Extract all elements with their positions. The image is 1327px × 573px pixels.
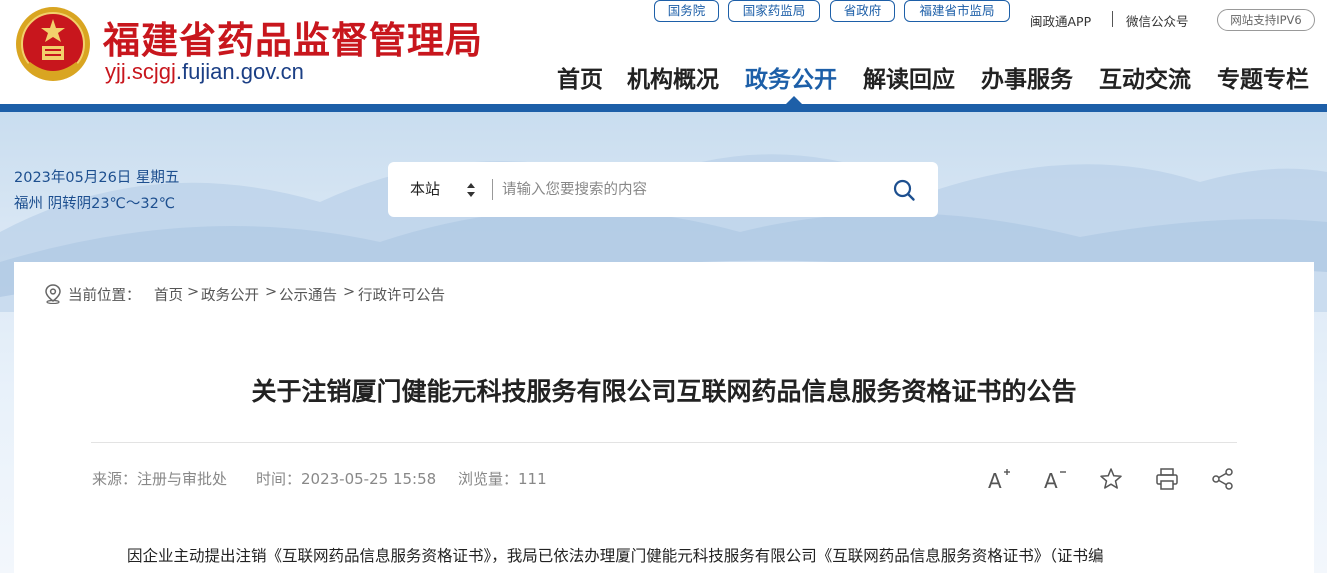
breadcrumb-home[interactable]: 首页 <box>154 284 183 305</box>
font-increase-icon: A <box>988 469 1010 493</box>
article-views: 浏览量：111 <box>458 470 547 488</box>
breadcrumb-separator: > <box>265 284 278 300</box>
font-decrease-icon: A <box>1044 469 1066 493</box>
font-decrease-button[interactable]: A <box>1042 466 1068 493</box>
share-icon <box>1212 468 1233 490</box>
svg-text:A: A <box>988 469 1002 492</box>
weather-info: 福州 阴转阴23℃～32℃ <box>14 196 176 212</box>
favorite-button[interactable] <box>1098 466 1124 492</box>
star-icon <box>1100 468 1122 489</box>
site-header: 福建省药品监督管理局 yjj.scjgj.fujian.gov.cn 国务院 国… <box>0 0 1327 104</box>
breadcrumb-separator: > <box>343 284 356 300</box>
ipv6-badge: 网站支持IPV6 <box>1217 9 1315 31</box>
article-title: 关于注销厦门健能元科技服务有限公司互联网药品信息服务资格证书的公告 <box>251 377 1077 406</box>
location-pin-icon <box>45 284 61 304</box>
search-scope-select[interactable]: 本站 <box>410 162 440 217</box>
emblem-icon <box>16 7 90 81</box>
share-button[interactable] <box>1210 466 1236 492</box>
link-mzt-app[interactable]: 闽政通APP <box>1030 11 1091 30</box>
search-divider <box>492 179 493 200</box>
link-state-council[interactable]: 国务院 <box>654 0 719 22</box>
svg-text:A: A <box>1044 469 1058 492</box>
breadcrumb-separator: > <box>187 284 200 300</box>
breadcrumb-label: 当前位置： <box>68 288 141 304</box>
search-box: 本站 <box>388 162 938 217</box>
nav-home[interactable]: 首页 <box>557 60 603 94</box>
search-input[interactable] <box>502 162 882 217</box>
font-increase-button[interactable]: A <box>986 466 1012 493</box>
breadcrumb-gov-affairs[interactable]: 政务公开 <box>201 284 259 305</box>
link-nmpa[interactable]: 国家药监局 <box>728 0 820 22</box>
link-provincial-market-regulation[interactable]: 福建省市监局 <box>904 0 1010 22</box>
nav-topics[interactable]: 专题专栏 <box>1217 60 1309 94</box>
link-wechat[interactable]: 微信公众号 <box>1126 11 1189 30</box>
article-time: 时间：2023-05-25 15:58 <box>256 470 437 488</box>
header-divider-bar <box>0 104 1327 112</box>
current-date: 2023年05月26日 星期五 <box>14 170 180 186</box>
printer-icon <box>1156 468 1178 490</box>
top-link-divider <box>1112 11 1113 27</box>
article-source: 来源：注册与审批处 <box>92 470 228 488</box>
nav-interpretation[interactable]: 解读回应 <box>863 60 955 94</box>
nav-interaction[interactable]: 互动交流 <box>1099 60 1191 94</box>
title-divider <box>91 442 1237 443</box>
site-url[interactable]: yjj.scjgj.fujian.gov.cn <box>105 59 304 85</box>
article-card: 当前位置： 首页 > 政务公开 > 公示通告 > 行政许可公告 关于注销厦门健能… <box>14 262 1314 573</box>
nav-active-indicator <box>786 96 802 104</box>
site-url-rest: .fujian.gov.cn <box>175 59 304 84</box>
nav-gov-affairs[interactable]: 政务公开 <box>745 60 837 94</box>
nav-services[interactable]: 办事服务 <box>981 60 1073 94</box>
article-body: 因企业主动提出注销《互联网药品信息服务资格证书》，我局已依法办理厦门健能元科技服… <box>127 547 1104 565</box>
site-name: 福建省药品监督管理局 <box>103 18 483 62</box>
search-icon[interactable] <box>892 178 916 202</box>
site-url-domain: yjj.scjgj <box>105 59 176 84</box>
breadcrumb-notices[interactable]: 公示通告 <box>279 284 337 305</box>
link-provincial-government[interactable]: 省政府 <box>830 0 895 22</box>
breadcrumb-admin-license[interactable]: 行政许可公告 <box>358 284 445 305</box>
sort-arrows-icon[interactable] <box>466 182 476 198</box>
nav-about[interactable]: 机构概况 <box>627 60 719 94</box>
print-button[interactable] <box>1154 466 1180 492</box>
